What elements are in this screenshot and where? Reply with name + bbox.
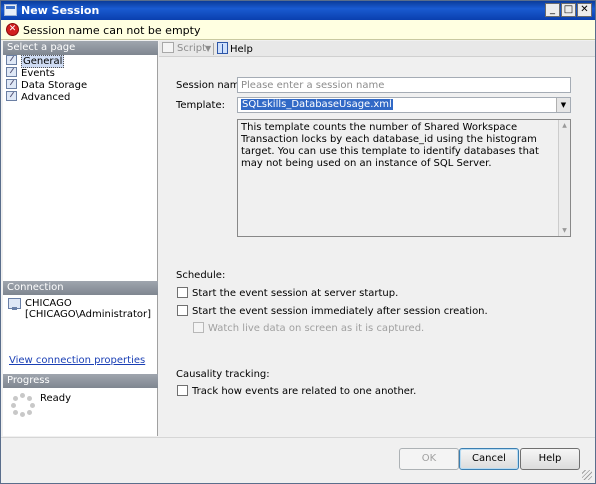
help-button[interactable]: Help xyxy=(520,448,580,470)
start-at-startup-label[interactable]: Start the event session at server startu… xyxy=(192,287,398,300)
page-item-advanced[interactable]: Advanced xyxy=(6,91,70,103)
page-item-label: Events xyxy=(21,68,55,79)
track-events-checkbox[interactable] xyxy=(177,385,188,396)
view-connection-properties-link[interactable]: View connection properties xyxy=(9,355,145,367)
page-icon xyxy=(6,55,17,65)
description-scrollbar[interactable]: ▲ ▼ xyxy=(558,120,570,236)
new-session-dialog: New Session _ □ ✕ ✕ Session name can not… xyxy=(0,0,596,484)
maximize-button[interactable]: □ xyxy=(561,3,576,17)
watch-live-data-label: Watch live data on screen as it is captu… xyxy=(208,323,425,334)
template-description: This template counts the number of Share… xyxy=(237,119,571,237)
ok-button[interactable]: OK xyxy=(399,448,459,470)
page-item-label: Advanced xyxy=(21,92,71,103)
script-dropdown-arrow-icon[interactable]: ▼ xyxy=(205,42,211,55)
help-toolbar-label: Help xyxy=(230,44,253,55)
template-value: SQLskills_DatabaseUsage.xml xyxy=(241,99,393,110)
page-item-label: Data Storage xyxy=(21,80,88,91)
page-icon xyxy=(6,79,17,89)
cancel-button[interactable]: Cancel xyxy=(459,448,519,470)
page-item-data-storage[interactable]: Data Storage xyxy=(6,79,87,91)
button-bar: OK Cancel Help xyxy=(1,437,595,483)
error-icon: ✕ xyxy=(6,23,19,36)
causality-tracking-label: Causality tracking: xyxy=(176,369,270,380)
progress-header: Progress xyxy=(3,374,158,388)
error-banner: ✕ Session name can not be empty xyxy=(1,20,595,40)
script-label: Script xyxy=(177,43,207,54)
general-page: Session name: Template: SQLskills_Databa… xyxy=(159,58,595,436)
minimize-button[interactable]: _ xyxy=(545,3,560,17)
help-toolbar-button[interactable]: Help xyxy=(217,42,253,56)
close-button[interactable]: ✕ xyxy=(577,3,592,17)
window-title: New Session xyxy=(21,4,100,17)
page-icon xyxy=(6,91,17,101)
page-item-events[interactable]: Events xyxy=(6,67,55,79)
resize-grip-icon[interactable] xyxy=(582,470,592,480)
select-page-header: Select a page xyxy=(3,41,158,55)
session-name-input[interactable] xyxy=(237,77,571,93)
help-book-icon xyxy=(217,42,228,54)
start-at-startup-checkbox[interactable] xyxy=(177,287,188,298)
chevron-down-icon[interactable]: ▼ xyxy=(556,98,570,112)
schedule-label: Schedule: xyxy=(176,270,226,281)
page-item-general[interactable]: General xyxy=(6,55,65,68)
window-app-icon xyxy=(4,4,17,16)
server-connection-icon xyxy=(8,298,21,310)
start-immediately-label[interactable]: Start the event session immediately afte… xyxy=(192,305,488,318)
track-events-label[interactable]: Track how events are related to one anot… xyxy=(192,385,416,398)
left-pane: Select a page General Events Data Storag… xyxy=(3,41,158,436)
start-immediately-checkbox[interactable] xyxy=(177,305,188,316)
toolbar-separator xyxy=(213,43,214,55)
page-icon xyxy=(6,67,17,77)
template-description-text: This template counts the number of Share… xyxy=(241,122,539,169)
template-label: Template: xyxy=(176,100,225,111)
scroll-up-icon[interactable]: ▲ xyxy=(559,120,570,131)
template-select[interactable]: SQLskills_DatabaseUsage.xml ▼ xyxy=(237,97,571,113)
progress-status: Ready xyxy=(40,393,72,404)
error-message: Session name can not be empty xyxy=(23,24,201,37)
connection-user: [CHICAGO\Administrator] xyxy=(25,309,152,320)
script-icon xyxy=(162,42,174,53)
scroll-down-icon[interactable]: ▼ xyxy=(559,225,570,236)
script-button[interactable]: Script xyxy=(162,42,206,55)
connection-header: Connection xyxy=(3,281,158,295)
progress-spinner-icon xyxy=(11,393,35,417)
watch-live-data-checkbox[interactable] xyxy=(193,322,204,333)
toolbar: Script ▼ Help xyxy=(159,41,595,57)
title-bar[interactable]: New Session _ □ ✕ xyxy=(1,1,595,20)
